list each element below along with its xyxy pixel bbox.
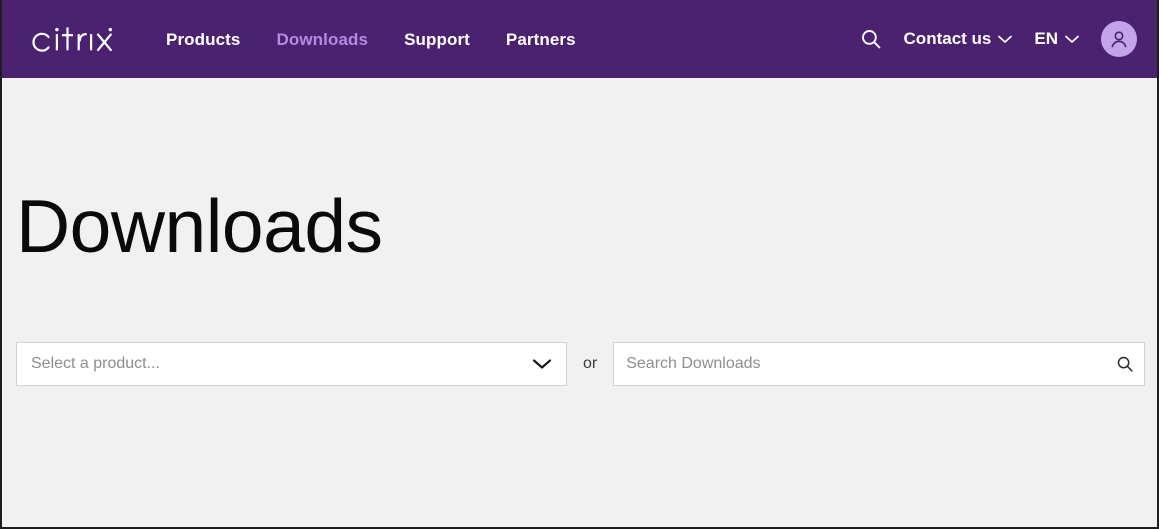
language-label: EN bbox=[1034, 29, 1058, 49]
product-select[interactable]: Select a product... bbox=[16, 342, 567, 386]
search-input[interactable] bbox=[614, 343, 1144, 385]
search-icon bbox=[1116, 355, 1134, 373]
main-navigation: Products Downloads Support Partners bbox=[166, 0, 576, 78]
header-search-button[interactable] bbox=[860, 28, 882, 50]
citrix-logo[interactable] bbox=[30, 24, 118, 54]
language-menu[interactable]: EN bbox=[1034, 29, 1079, 49]
nav-link-support[interactable]: Support bbox=[404, 31, 470, 48]
chevron-down-icon bbox=[998, 35, 1012, 44]
search-submit-button[interactable] bbox=[1116, 355, 1134, 373]
product-select-placeholder: Select a product... bbox=[17, 356, 160, 372]
chevron-down-icon bbox=[1065, 35, 1079, 44]
or-separator-label: or bbox=[583, 356, 597, 372]
chevron-down-icon bbox=[532, 358, 552, 370]
contact-us-label: Contact us bbox=[904, 29, 992, 49]
nav-link-partners[interactable]: Partners bbox=[506, 31, 576, 48]
nav-link-downloads[interactable]: Downloads bbox=[276, 31, 368, 48]
header-utility-bar: Contact us EN bbox=[860, 21, 1137, 57]
browser-viewport: Products Downloads Support Partners Cont… bbox=[0, 0, 1159, 529]
downloads-search-field[interactable] bbox=[613, 342, 1145, 386]
user-avatar-icon bbox=[1108, 28, 1130, 50]
page-title: Downloads bbox=[16, 189, 383, 264]
downloads-search-row: Select a product... or bbox=[16, 342, 1145, 386]
avatar[interactable] bbox=[1101, 21, 1137, 57]
site-header: Products Downloads Support Partners Cont… bbox=[2, 0, 1157, 78]
contact-us-menu[interactable]: Contact us bbox=[904, 29, 1013, 49]
search-icon bbox=[860, 28, 882, 50]
page-content: Downloads Select a product... or bbox=[2, 78, 1157, 527]
nav-link-products[interactable]: Products bbox=[166, 31, 240, 48]
